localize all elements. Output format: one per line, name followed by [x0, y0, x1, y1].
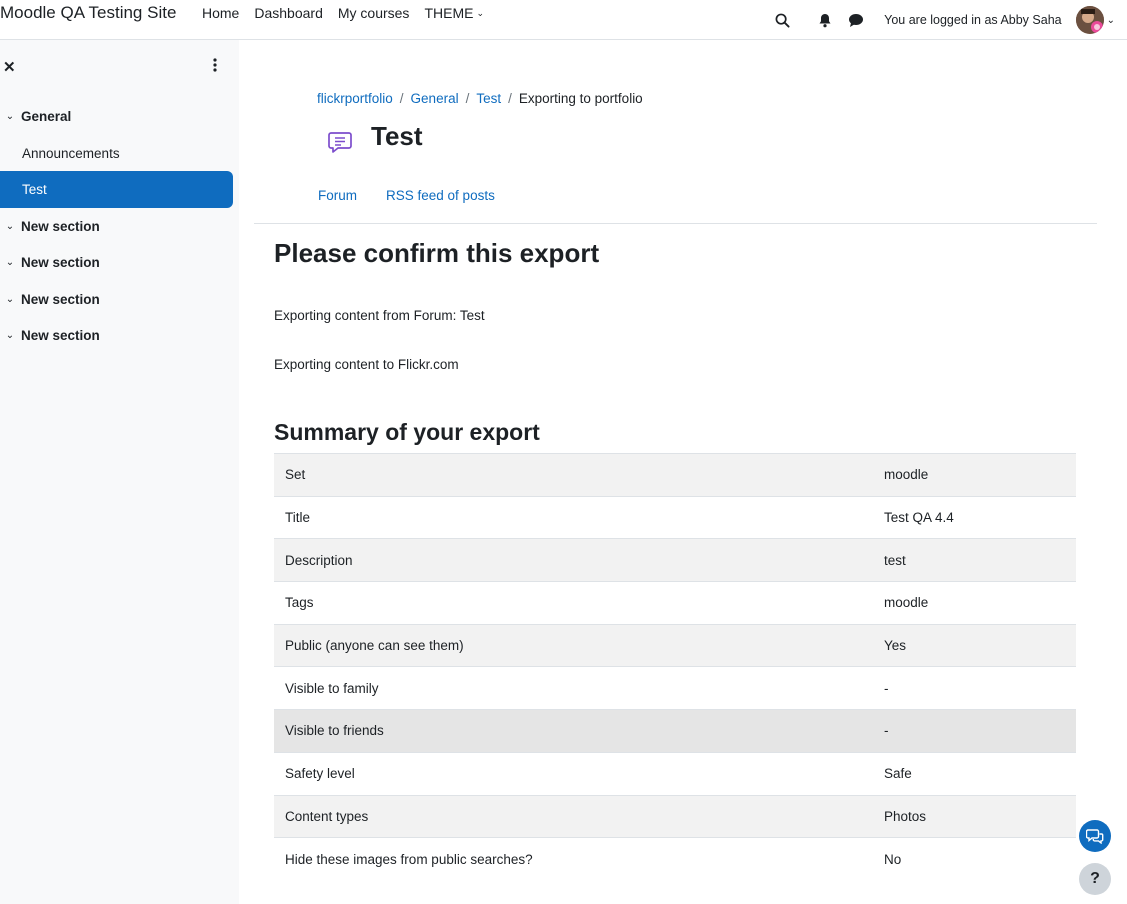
divider	[254, 223, 1097, 224]
summary-heading: Summary of your export	[274, 419, 540, 445]
user-avatar[interactable]	[1075, 6, 1104, 34]
tab-forum[interactable]: Forum	[318, 188, 357, 203]
table-row: Public (anyone can see them) Yes	[274, 623, 1076, 667]
row-label: Description	[274, 538, 874, 582]
table-row: Description test	[274, 538, 1076, 582]
section-new-3[interactable]: ⌄ New section	[0, 281, 233, 317]
user-menu-chevron-icon[interactable]: ⌄	[1107, 15, 1115, 26]
row-label: Set	[274, 453, 874, 497]
page-title: Test	[371, 121, 423, 151]
section-label: New section	[21, 254, 100, 270]
row-label: Visible to family	[274, 666, 874, 710]
chevron-down-icon: ⌄	[5, 110, 15, 122]
breadcrumb: flickrportfolio / General / Test / Expor…	[317, 91, 643, 106]
breadcrumb-item[interactable]: flickrportfolio	[317, 91, 393, 106]
section-label: New section	[21, 327, 100, 343]
chevron-down-icon: ⌄	[5, 256, 15, 268]
confirm-heading: Please confirm this export	[274, 238, 600, 268]
table-row: Hide these images from public searches? N…	[274, 837, 1076, 881]
user-nav: You are logged in as Abby Saha ⌄	[773, 0, 1127, 40]
secondary-navigation: Forum RSS feed of posts	[318, 188, 524, 203]
section-general[interactable]: ⌄ General	[0, 98, 233, 134]
nav-my-courses[interactable]: My courses	[338, 5, 410, 21]
row-label: Visible to friends	[274, 709, 874, 753]
section-label: New section	[21, 291, 100, 307]
top-navbar: Moodle QA Testing Site Home Dashboard My…	[0, 0, 1127, 40]
tab-rss-feed[interactable]: RSS feed of posts	[386, 188, 495, 203]
table-row: Safety level Safe	[274, 751, 1076, 795]
table-row: Visible to friends -	[274, 709, 1076, 753]
section-new-2[interactable]: ⌄ New section	[0, 244, 233, 280]
chevron-down-icon: ⌄	[5, 293, 15, 305]
more-options-icon[interactable]	[212, 57, 218, 76]
row-label: Tags	[274, 581, 874, 625]
breadcrumb-current: Exporting to portfolio	[518, 91, 643, 106]
export-to-text: Exporting content to Flickr.com	[274, 357, 459, 372]
table-row: Visible to family -	[274, 666, 1076, 710]
search-icon[interactable]	[773, 11, 791, 29]
section-label: New section	[21, 218, 100, 234]
section-new-1[interactable]: ⌄ New section	[0, 208, 233, 244]
breadcrumb-item[interactable]: General	[411, 91, 459, 106]
row-value: No	[874, 837, 1076, 881]
nav-theme-label: THEME	[424, 5, 474, 21]
nav-home[interactable]: Home	[202, 5, 239, 21]
forum-icon	[326, 128, 354, 156]
logged-in-text: You are logged in as Abby Saha	[884, 13, 1062, 27]
chevron-down-icon: ⌄	[5, 329, 15, 341]
table-row: Set moodle	[274, 453, 1076, 497]
row-label: Hide these images from public searches?	[274, 837, 874, 881]
table-row: Title Test QA 4.4	[274, 495, 1076, 539]
table-row: Tags moodle	[274, 581, 1076, 625]
export-summary-table: Set moodle Title Test QA 4.4 Description te…	[274, 453, 1076, 881]
table-row: Content types Photos	[274, 794, 1076, 838]
chat-bubbles-icon	[1086, 829, 1104, 844]
bell-icon[interactable]	[816, 11, 834, 29]
row-value: Photos	[874, 794, 1076, 838]
row-value: -	[874, 666, 1076, 710]
section-label: General	[21, 108, 72, 124]
row-value: moodle	[874, 581, 1076, 625]
messaging-drawer-button[interactable]	[1079, 820, 1111, 852]
row-label: Content types	[274, 794, 874, 838]
export-from-text: Exporting content from Forum: Test	[274, 308, 485, 323]
row-value: moodle	[874, 453, 1076, 497]
row-value: test	[874, 538, 1076, 582]
chevron-down-icon: ⌄	[476, 7, 484, 18]
help-button[interactable]: ?	[1079, 863, 1111, 895]
section-new-4[interactable]: ⌄ New section	[0, 317, 233, 353]
activity-test[interactable]: Test	[0, 171, 233, 208]
primary-navigation: Home Dashboard My courses THEME ⌄	[202, 5, 499, 21]
row-label: Public (anyone can see them)	[274, 623, 874, 667]
nav-dashboard[interactable]: Dashboard	[254, 5, 323, 21]
breadcrumb-item[interactable]: Test	[476, 91, 501, 106]
nav-theme-menu[interactable]: THEME ⌄	[424, 5, 484, 21]
close-icon[interactable]: ✕	[3, 58, 16, 76]
row-value: Yes	[874, 623, 1076, 667]
row-value: Safe	[874, 751, 1076, 795]
activity-announcements[interactable]: Announcements	[0, 135, 233, 172]
chevron-down-icon: ⌄	[5, 220, 15, 232]
course-index-drawer: ✕ ⌄ General Announcements Test ⌄ New sec…	[0, 40, 239, 904]
row-label: Safety level	[274, 751, 874, 795]
row-label: Title	[274, 495, 874, 539]
chat-icon[interactable]	[847, 11, 865, 29]
site-name[interactable]: Moodle QA Testing Site	[0, 3, 176, 23]
row-value: -	[874, 709, 1076, 753]
row-value: Test QA 4.4	[874, 495, 1076, 539]
